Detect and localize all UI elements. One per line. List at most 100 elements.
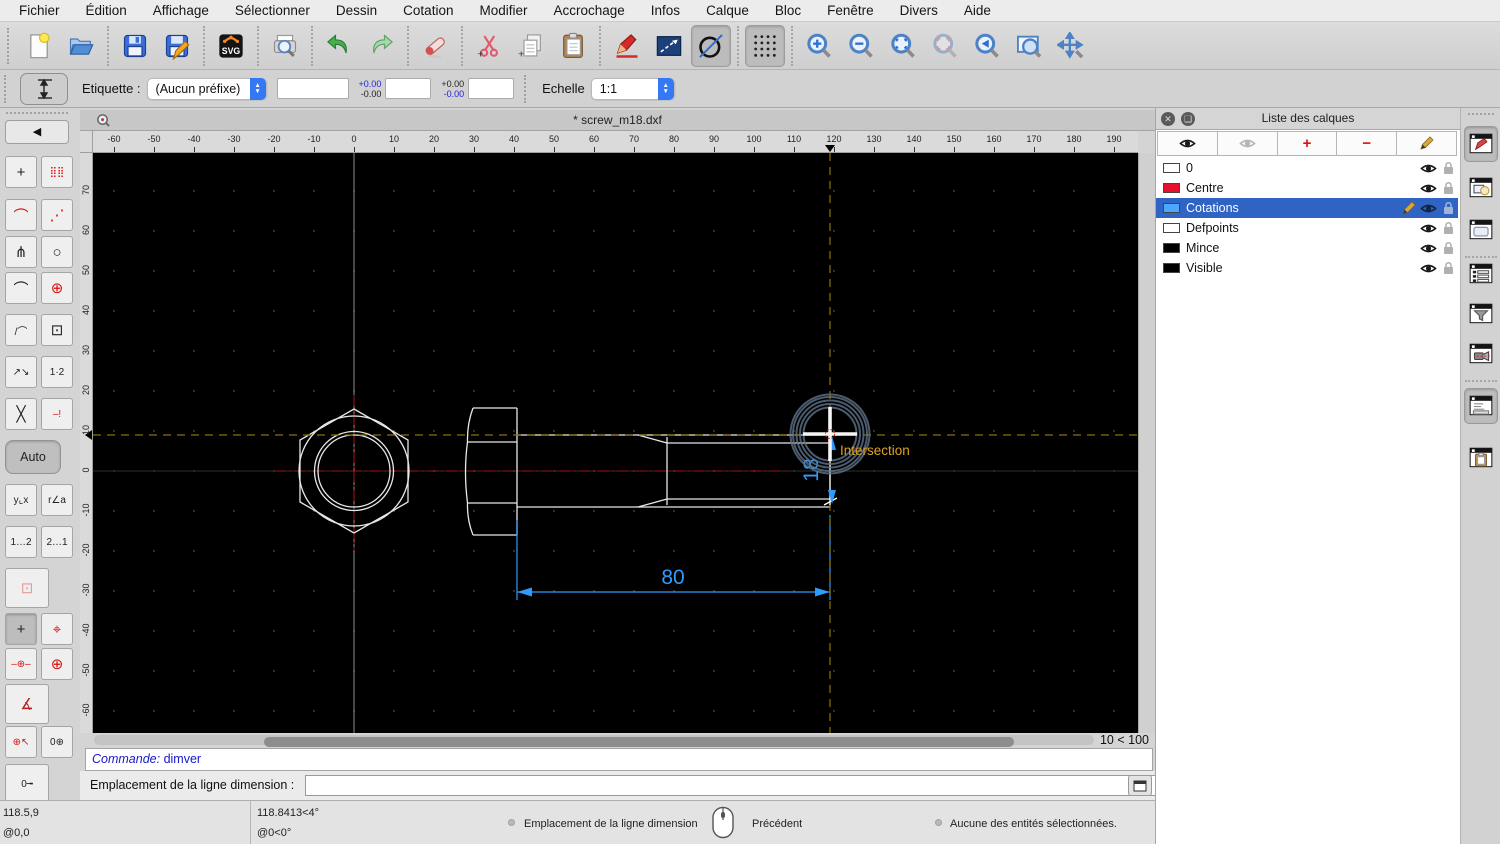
open-file-button[interactable] — [61, 25, 101, 67]
horizontal-scrollbar-thumb[interactable] — [264, 737, 1014, 747]
snap-middle-button[interactable]: ⌒ — [5, 272, 37, 304]
unlock-relative-zero-button[interactable]: 0╼ — [5, 764, 49, 804]
layer-row-mince[interactable]: Mince — [1156, 238, 1458, 258]
library-browser-window-button[interactable] — [1464, 212, 1498, 248]
pen-palette-window-button[interactable] — [1464, 336, 1498, 372]
dock-drag-handle[interactable] — [1468, 113, 1494, 115]
layer-visibility-icon[interactable] — [1418, 202, 1438, 215]
zoom-pan-button[interactable] — [1051, 25, 1091, 67]
snap-auto-button[interactable]: Auto — [5, 440, 61, 474]
lock-relative-zero-button[interactable]: 0⊕ — [41, 726, 73, 758]
snap-free-button[interactable]: + — [5, 156, 37, 188]
copy-button[interactable]: + — [511, 25, 551, 67]
save-button[interactable] — [115, 25, 155, 67]
options-drag-handle[interactable] — [4, 74, 12, 103]
hide-all-layers-button[interactable] — [1217, 131, 1278, 156]
snap-distance-box-button[interactable]: ⊡ — [41, 314, 73, 346]
entity-attributes-button[interactable] — [649, 25, 689, 67]
menu-cotation[interactable]: Cotation — [390, 0, 466, 22]
menu-fenetre[interactable]: Fenêtre — [814, 0, 887, 22]
snap-distance-points-button[interactable]: 1·2 — [41, 356, 73, 388]
zoom-out-button[interactable] — [841, 25, 881, 67]
set-relative-zero-button[interactable]: ⊕↖ — [5, 726, 37, 758]
zoom-in-button[interactable] — [799, 25, 839, 67]
snap-auto-intersection-button[interactable]: ↗↘ — [5, 356, 37, 388]
command-history[interactable]: Commande: dimver — [85, 748, 1153, 771]
show-all-layers-button[interactable] — [1157, 131, 1218, 156]
snap-center-button[interactable]: ⊕ — [41, 272, 73, 304]
layer-row-defpoints[interactable]: Defpoints — [1156, 218, 1458, 238]
snap-grid-button[interactable]: ⣿⣿ — [41, 156, 73, 188]
pen-attributes-button[interactable] — [607, 25, 647, 67]
layer-visibility-icon[interactable] — [1418, 222, 1438, 235]
cut-button[interactable]: + — [469, 25, 509, 67]
new-file-button[interactable] — [19, 25, 59, 67]
selection-filter-window-button[interactable] — [1464, 296, 1498, 332]
print-preview-button[interactable] — [265, 25, 305, 67]
set-relative-angle-button[interactable]: ∡ — [5, 684, 49, 724]
command-input[interactable] — [305, 775, 1200, 796]
document-titlebar[interactable]: * screw_m18.dxf — [80, 110, 1155, 131]
svg-export-button[interactable]: SVG — [211, 25, 251, 67]
menu-edition[interactable]: Édition — [73, 0, 140, 22]
menu-bloc[interactable]: Bloc — [762, 0, 814, 22]
snapbar-drag-handle[interactable] — [6, 112, 68, 114]
layer-edit-icon[interactable] — [1398, 200, 1418, 216]
layer-visibility-icon[interactable] — [1418, 182, 1438, 195]
drawing-canvas[interactable]: 80 18 Intersection — [93, 153, 1138, 733]
save-as-button[interactable] — [157, 25, 197, 67]
layer-row-centre[interactable]: Centre — [1156, 178, 1458, 198]
layer-visibility-icon[interactable] — [1418, 262, 1438, 275]
snap-intersection-button[interactable]: ╳ — [5, 398, 37, 430]
zoom-auto-button[interactable] — [883, 25, 923, 67]
menu-fichier[interactable]: Fichier — [6, 0, 73, 22]
grid-toggle-button[interactable] — [745, 24, 785, 67]
menu-aide[interactable]: Aide — [951, 0, 1004, 22]
construction-mode-button[interactable] — [691, 24, 731, 67]
remove-layer-button[interactable]: − — [1337, 131, 1398, 156]
zoom-back-button[interactable] — [967, 25, 1007, 67]
tolerance1-input[interactable] — [385, 78, 432, 99]
layer-row-cotations[interactable]: Cotations — [1156, 198, 1458, 218]
layer-lock-icon[interactable] — [1438, 201, 1458, 215]
layer-lock-icon[interactable] — [1438, 181, 1458, 195]
coords-cartesian-button[interactable]: y⌞x — [5, 484, 37, 516]
layer-visibility-icon[interactable] — [1418, 242, 1438, 255]
coords-polar-button[interactable]: r∠a — [41, 484, 73, 516]
snap-endpoints-button[interactable]: ⌒ — [5, 199, 37, 231]
menu-infos[interactable]: Infos — [638, 0, 693, 22]
menu-dessin[interactable]: Dessin — [323, 0, 390, 22]
restrict-vertical-button[interactable]: ⊕ — [41, 648, 73, 680]
menu-calque[interactable]: Calque — [693, 0, 762, 22]
vertical-dimension-tool-button[interactable] — [20, 72, 68, 105]
order-2-1-button[interactable]: 2…1 — [41, 526, 73, 558]
menu-affichage[interactable]: Affichage — [140, 0, 222, 22]
back-button[interactable]: ◀ — [5, 120, 69, 144]
restrict-free-button[interactable]: + — [5, 613, 37, 645]
menu-selectionner[interactable]: Sélectionner — [222, 0, 323, 22]
scale-select[interactable]: 1:1 ▲ ▼ — [590, 77, 675, 100]
layer-lock-icon[interactable] — [1438, 161, 1458, 175]
layer-visibility-icon[interactable] — [1418, 162, 1438, 175]
horizontal-scrollbar[interactable] — [94, 735, 1094, 747]
label-input[interactable] — [276, 78, 349, 99]
tolerance2-input[interactable] — [468, 78, 515, 99]
restrict-nothing-button[interactable]: ⊡ — [5, 568, 49, 608]
prefix-select[interactable]: (Aucun préfixe) ▲ ▼ — [146, 77, 267, 100]
layer-list-window-button[interactable] — [1464, 256, 1498, 292]
property-editor-window-button[interactable] — [1464, 126, 1498, 162]
menu-modifier[interactable]: Modifier — [466, 0, 540, 22]
layer-row-0[interactable]: 0 — [1156, 158, 1458, 178]
clipboard-window-button[interactable] — [1464, 440, 1498, 476]
layer-row-visible[interactable]: Visible — [1156, 258, 1458, 278]
snap-tangent-button[interactable]: /⌒ — [5, 314, 37, 346]
layer-lock-icon[interactable] — [1438, 221, 1458, 235]
snap-intersection-manual-button[interactable]: –! — [41, 398, 73, 430]
snap-perpendicular-button[interactable]: ⋔ — [5, 236, 37, 268]
undo-button[interactable] — [319, 25, 359, 67]
add-layer-button[interactable]: + — [1277, 131, 1338, 156]
delete-button[interactable] — [415, 25, 455, 67]
snap-entity-point-button[interactable]: ○ — [41, 236, 73, 268]
zoom-previous-button[interactable] — [925, 25, 965, 67]
vertical-scrollbar[interactable] — [1138, 153, 1155, 733]
